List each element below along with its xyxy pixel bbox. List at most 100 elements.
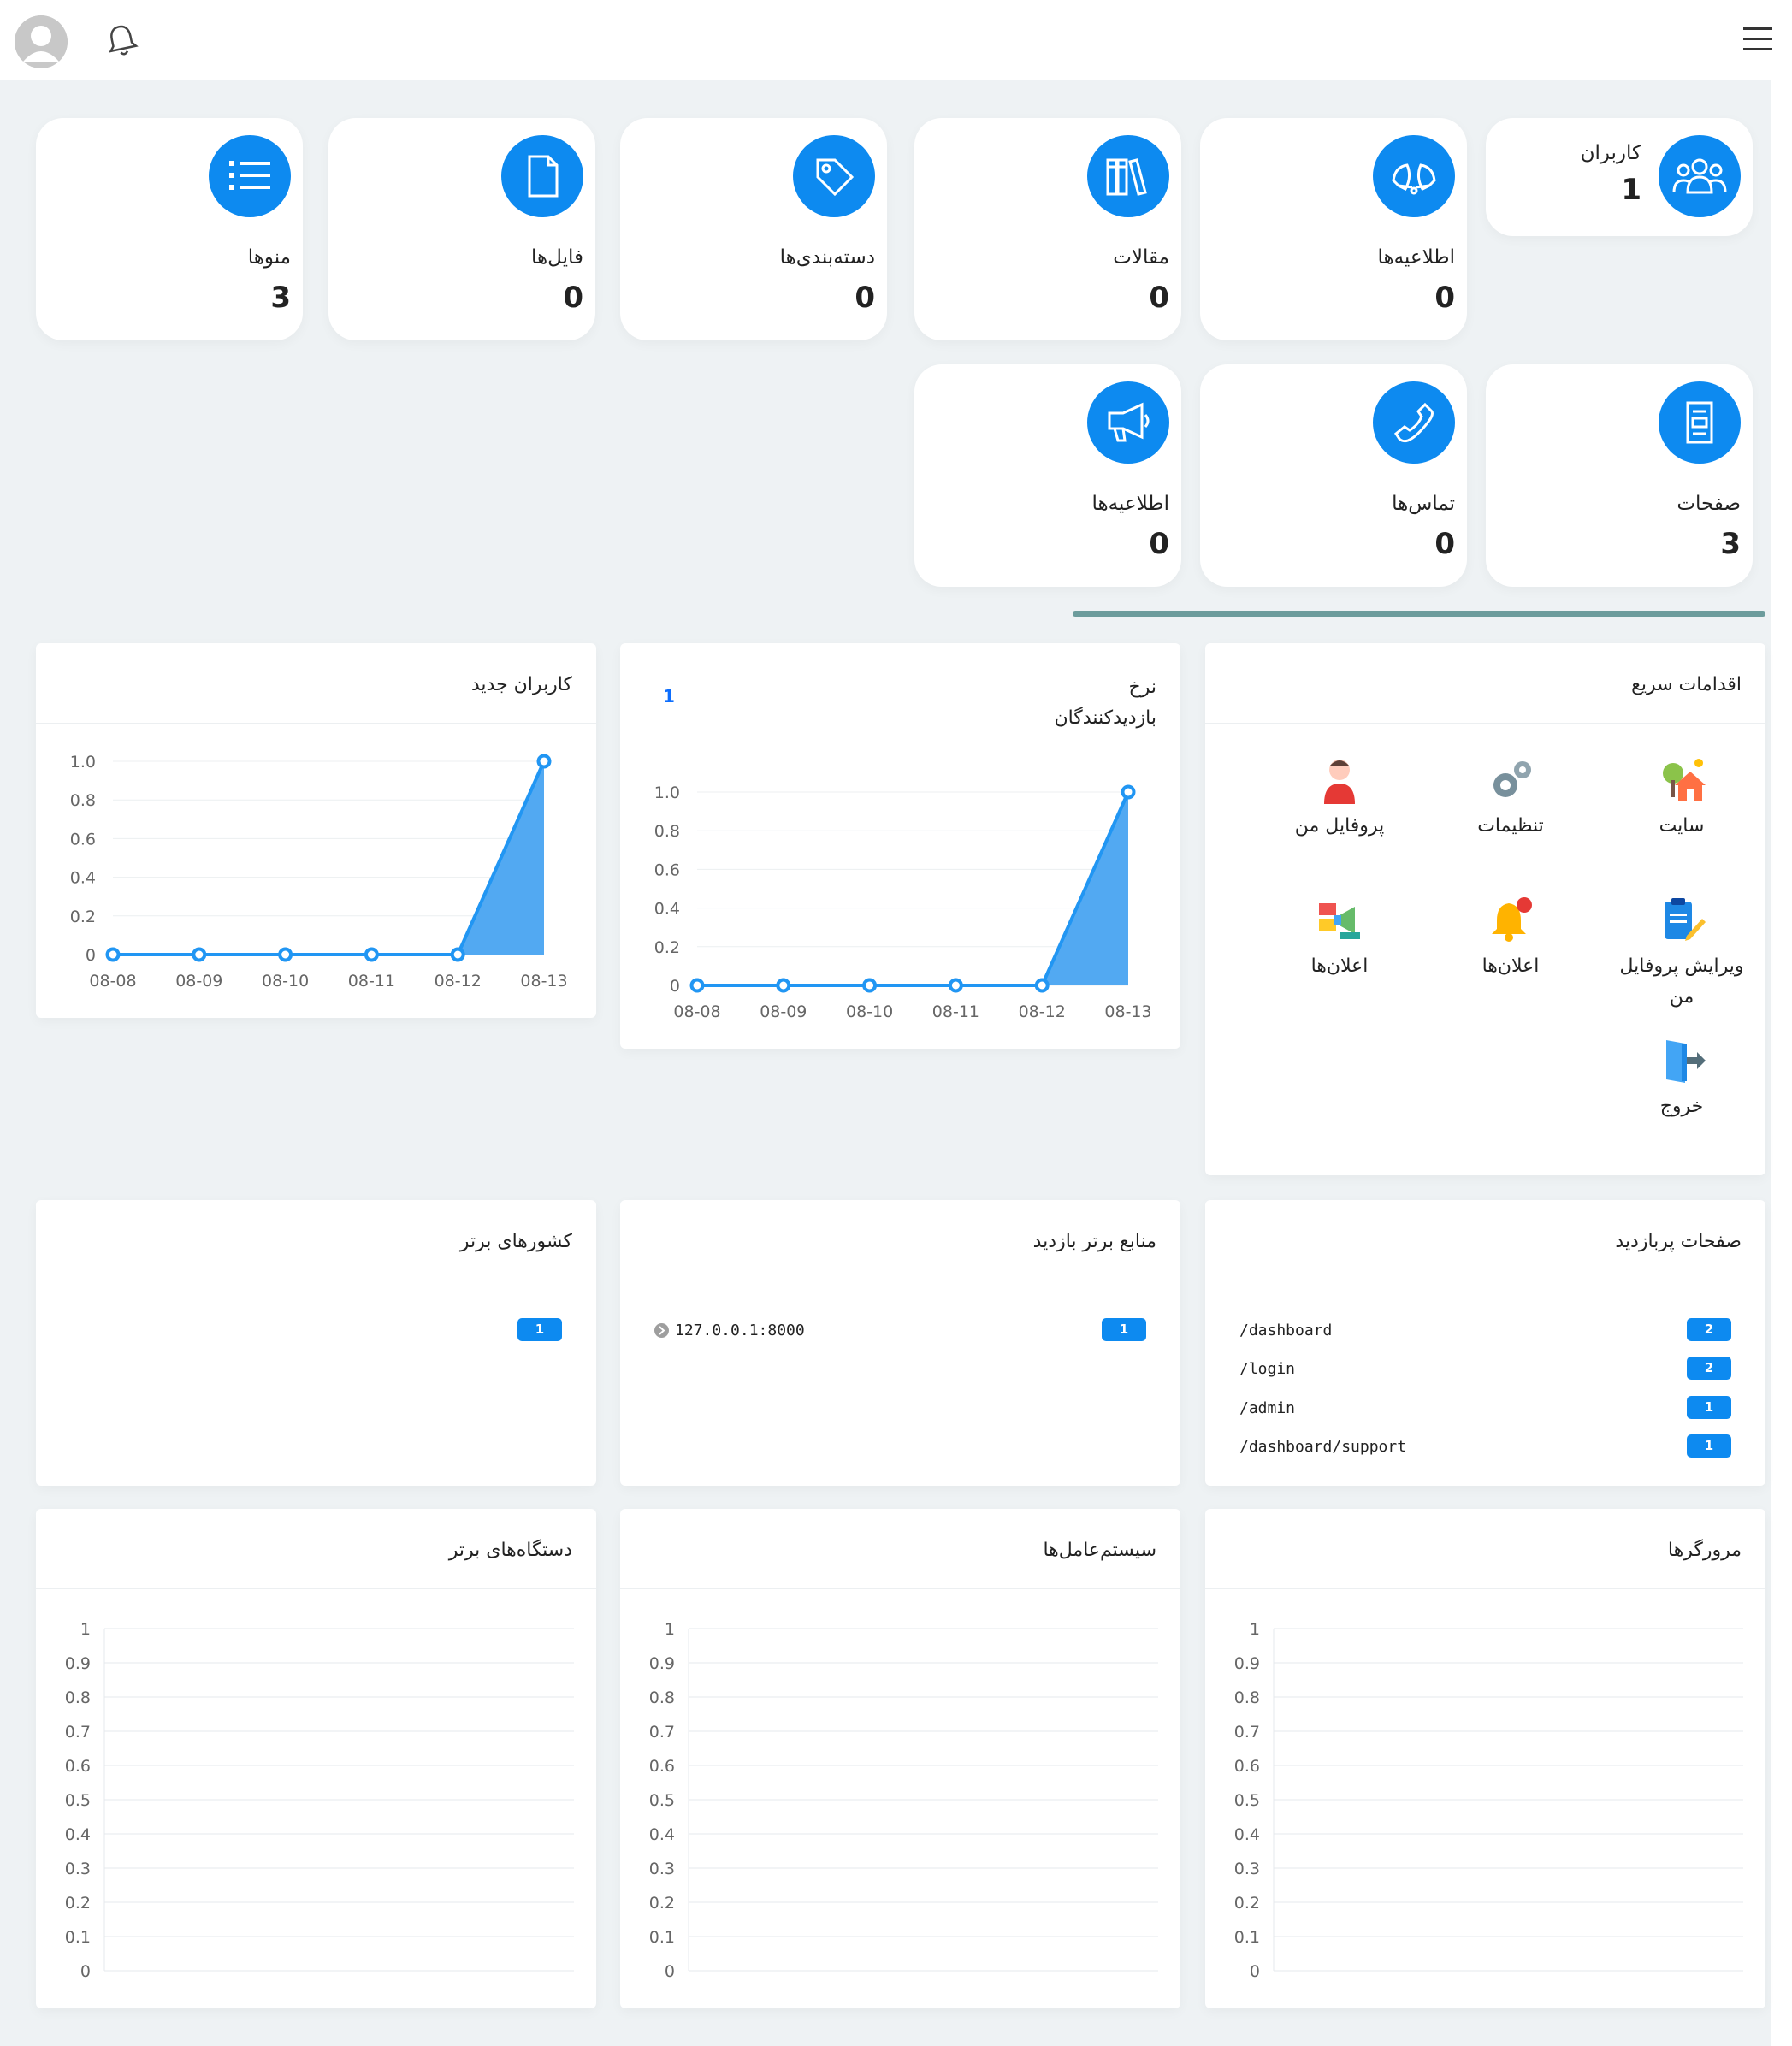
y-tick-label: 0.7 <box>649 1723 675 1741</box>
count-badge: 1 <box>1687 1434 1731 1458</box>
stat-value: 0 <box>1149 281 1169 315</box>
quick-action-label: خروج <box>1659 1096 1704 1117</box>
card-title: سیستم‌عامل‌ها <box>1043 1540 1156 1561</box>
y-tick-label: 0.8 <box>65 1688 91 1707</box>
y-tick-label: 0.2 <box>649 1894 675 1913</box>
stat-card-notices[interactable]: اطلاعیه‌ها 0 <box>1200 118 1467 340</box>
list-item[interactable]: /login 2 <box>1239 1357 1731 1382</box>
top-bar <box>0 0 1792 80</box>
y-tick-label: 0.4 <box>1234 1825 1260 1844</box>
x-tick-label: 08-11 <box>348 972 395 990</box>
stat-card-contacts[interactable]: تماس‌ها 0 <box>1200 364 1467 587</box>
list-icon <box>209 135 291 217</box>
data-point <box>948 978 963 993</box>
y-tick-label: 0.3 <box>1234 1860 1260 1878</box>
megaphone-icon <box>1087 381 1169 464</box>
top-sources-card: منابع برتر بازدید 127.0.0.1:8000 1 <box>620 1200 1180 1486</box>
quick-action-label: تنظیمات <box>1477 815 1544 837</box>
stat-card-pages[interactable]: صفحات 3 <box>1486 364 1753 587</box>
quick-action-settings[interactable]: تنظیمات <box>1442 754 1579 842</box>
quick-action-label: پروفایل من <box>1294 815 1385 837</box>
y-tick-label: 0 <box>86 946 96 965</box>
list-item[interactable]: /dashboard/support 1 <box>1239 1434 1731 1460</box>
quick-action-label: اعلان‌ها <box>1310 955 1369 977</box>
page-path: /admin <box>1239 1399 1296 1417</box>
quick-action-site[interactable]: سایت <box>1613 754 1750 842</box>
stat-label: منوها <box>247 246 291 269</box>
list-item[interactable]: /admin 1 <box>1239 1396 1731 1422</box>
y-tick-label: 0.8 <box>654 822 680 841</box>
data-point <box>364 947 379 962</box>
y-tick-label: 0.1 <box>649 1928 675 1947</box>
card-header: کاربران جدید <box>36 643 596 724</box>
page-path: /dashboard <box>1239 1322 1333 1339</box>
x-tick-label: 08-12 <box>1019 1002 1066 1021</box>
list-item[interactable]: 1 <box>70 1318 562 1344</box>
data-point <box>1034 978 1050 993</box>
y-tick-label: 0.6 <box>654 860 680 879</box>
stat-label: دسته‌بندی‌ها <box>779 246 875 269</box>
y-tick-label: 0 <box>80 1962 91 1981</box>
card-title: نرخ بازدیدکنندگان <box>1054 672 1156 734</box>
quick-action-logout[interactable]: خروج <box>1613 1035 1750 1122</box>
card-title-line: بازدیدکنندگان <box>1054 707 1156 729</box>
x-tick-label: 08-12 <box>435 972 482 990</box>
y-tick-label: 0 <box>665 1962 675 1981</box>
y-tick-label: 0.6 <box>65 1757 91 1776</box>
books-icon <box>1087 135 1169 217</box>
stat-value: 0 <box>1434 281 1455 315</box>
list-item[interactable]: 127.0.0.1:8000 1 <box>654 1318 1146 1344</box>
quick-action-edit-profile[interactable]: ویرایش پروفایل من <box>1613 895 1750 1013</box>
y-tick-label: 0.4 <box>65 1825 91 1844</box>
stat-card-menus[interactable]: منوها 3 <box>36 118 303 340</box>
stat-card-notices-2[interactable]: اطلاعیه‌ها 0 <box>914 364 1181 587</box>
quick-action-my-profile[interactable]: پروفایل من <box>1271 754 1408 842</box>
data-point <box>192 947 207 962</box>
stat-value: 0 <box>563 281 583 315</box>
stat-value: 0 <box>855 281 875 315</box>
card-title: مرورگرها <box>1667 1540 1742 1561</box>
avatar-icon[interactable] <box>15 15 68 68</box>
y-tick-label: 0.3 <box>65 1860 91 1878</box>
count-badge: 1 <box>1687 1396 1731 1419</box>
quick-action-notifications[interactable]: اعلان‌ها <box>1442 895 1579 982</box>
y-tick-label: 0 <box>670 977 680 996</box>
popular-pages-card: صفحات پربازدید /dashboard 2 /login 2 /ad… <box>1205 1200 1765 1486</box>
stat-card-categories[interactable]: دسته‌بندی‌ها 0 <box>620 118 887 340</box>
card-title: منابع برتر بازدید <box>1032 1231 1156 1252</box>
y-tick-label: 0.2 <box>654 938 680 957</box>
file-icon <box>501 135 583 217</box>
stat-card-files[interactable]: فایل‌ها 0 <box>328 118 595 340</box>
person-icon <box>1314 754 1365 806</box>
quick-action-label: ویرایش پروفایل من <box>1619 955 1744 1008</box>
y-tick-label: 0.6 <box>1234 1757 1260 1776</box>
list-item[interactable]: /dashboard 2 <box>1239 1318 1731 1344</box>
edit-clipboard-icon <box>1656 895 1707 946</box>
data-point <box>536 754 552 769</box>
quick-actions-card: اقدامات سریع سایت تنظیمات پروفایل من ویر… <box>1205 643 1765 1175</box>
stat-card-users[interactable]: کاربران 1 <box>1486 118 1753 236</box>
card-title: صفحات پربازدید <box>1615 1231 1742 1252</box>
phone-icon <box>1373 381 1455 464</box>
card-header: اقدامات سریع <box>1205 643 1765 724</box>
quick-action-announcements[interactable]: اعلان‌ها <box>1271 895 1408 982</box>
bells-icon <box>1373 135 1455 217</box>
card-header: نرخ بازدیدکنندگان 1 <box>620 643 1180 754</box>
y-tick-label: 1 <box>80 1620 91 1639</box>
y-tick-label: 0.5 <box>1234 1791 1260 1810</box>
y-tick-label: 0.1 <box>1234 1928 1260 1947</box>
stat-label: تماس‌ها <box>1392 493 1455 515</box>
hamburger-menu-icon[interactable] <box>1742 22 1776 56</box>
count-badge: 1 <box>1102 1318 1146 1341</box>
tag-icon <box>793 135 875 217</box>
stat-card-articles[interactable]: مقالات 0 <box>914 118 1181 340</box>
logout-door-icon <box>1656 1035 1707 1086</box>
data-point <box>776 978 791 993</box>
y-tick-label: 0.9 <box>1234 1654 1260 1673</box>
card-title: کشورهای برتر <box>459 1231 572 1252</box>
data-point <box>1121 784 1136 800</box>
page-path: /dashboard/support <box>1239 1438 1407 1456</box>
visitor-rate-card: نرخ بازدیدکنندگان 1 0 0.2 0.4 0.6 0.8 1.0 08-0… <box>620 643 1180 1049</box>
bell-icon[interactable] <box>103 21 140 58</box>
house-icon <box>1656 754 1707 806</box>
